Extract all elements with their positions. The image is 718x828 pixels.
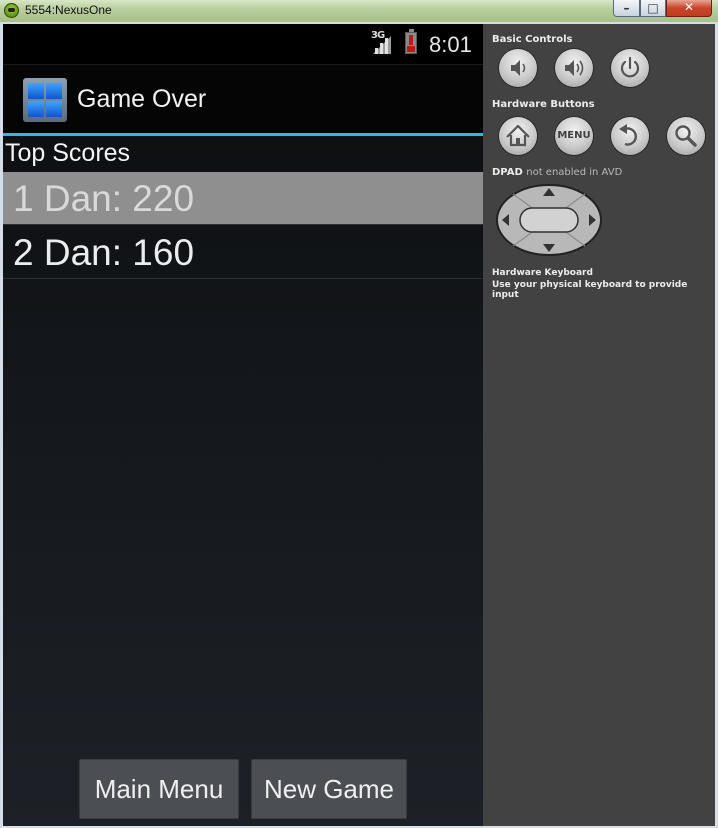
hardware-keyboard-note: Use your physical keyboard to provide in…: [492, 280, 688, 300]
status-bar: 3G 8:01: [3, 24, 483, 64]
home-icon: [506, 124, 530, 147]
minimize-icon: –: [623, 1, 630, 15]
volume-down-button[interactable]: [499, 49, 537, 87]
signal-strength-icon: [373, 36, 391, 54]
menu-button-label: MENU: [557, 130, 591, 141]
search-icon: [675, 125, 697, 147]
volume-up-button[interactable]: [555, 49, 593, 87]
emulator-controls-panel: Basic Controls Hardware Buttons MENU DPA…: [483, 24, 715, 826]
volume-up-icon: [565, 60, 584, 76]
page-title: Game Over: [77, 85, 207, 113]
app-grid-icon[interactable]: [23, 78, 67, 122]
dpad-title: DPAD not enabled in AVD: [492, 167, 622, 178]
menu-button[interactable]: MENU: [555, 117, 593, 155]
maximize-icon: □: [647, 1, 659, 15]
emulator-app-icon: [4, 3, 19, 18]
close-icon: ✕: [683, 0, 695, 14]
main-menu-button[interactable]: Main Menu: [79, 759, 239, 819]
minimize-button[interactable]: –: [613, 0, 640, 17]
hardware-keyboard-title: Hardware Keyboard: [492, 268, 593, 278]
power-icon: [620, 56, 640, 78]
new-game-button[interactable]: New Game: [251, 759, 407, 819]
maximize-button[interactable]: □: [640, 0, 666, 17]
window-titlebar: 5554:NexusOne – □ ✕: [0, 0, 718, 23]
close-button[interactable]: ✕: [666, 0, 712, 17]
dpad-note: not enabled in AVD: [526, 167, 623, 178]
dpad-label: DPAD: [492, 167, 523, 178]
score-row[interactable]: 2 Dan: 160: [3, 226, 483, 279]
home-button[interactable]: [499, 117, 537, 155]
hardware-buttons-title: Hardware Buttons: [492, 99, 595, 110]
scores-header: Top Scores: [5, 139, 131, 167]
dpad-control[interactable]: [495, 184, 603, 256]
score-label: 1 Dan: 220: [13, 178, 195, 219]
power-button[interactable]: [611, 49, 649, 87]
score-label: 2 Dan: 160: [13, 232, 195, 273]
score-row[interactable]: 1 Dan: 220: [3, 172, 483, 225]
battery-low-icon: [405, 29, 417, 54]
device-screen: 3G 8:01 Game Over Top Scores 1 Dan: 220 …: [3, 24, 483, 826]
window-title: 5554:NexusOne: [25, 3, 112, 17]
basic-controls-title: Basic Controls: [492, 34, 573, 45]
volume-down-icon: [511, 60, 526, 76]
status-clock: 8:01: [429, 32, 472, 57]
action-bar: Game Over: [3, 64, 483, 136]
back-button[interactable]: [611, 117, 649, 155]
back-icon: [619, 124, 637, 146]
search-button[interactable]: [667, 117, 705, 155]
